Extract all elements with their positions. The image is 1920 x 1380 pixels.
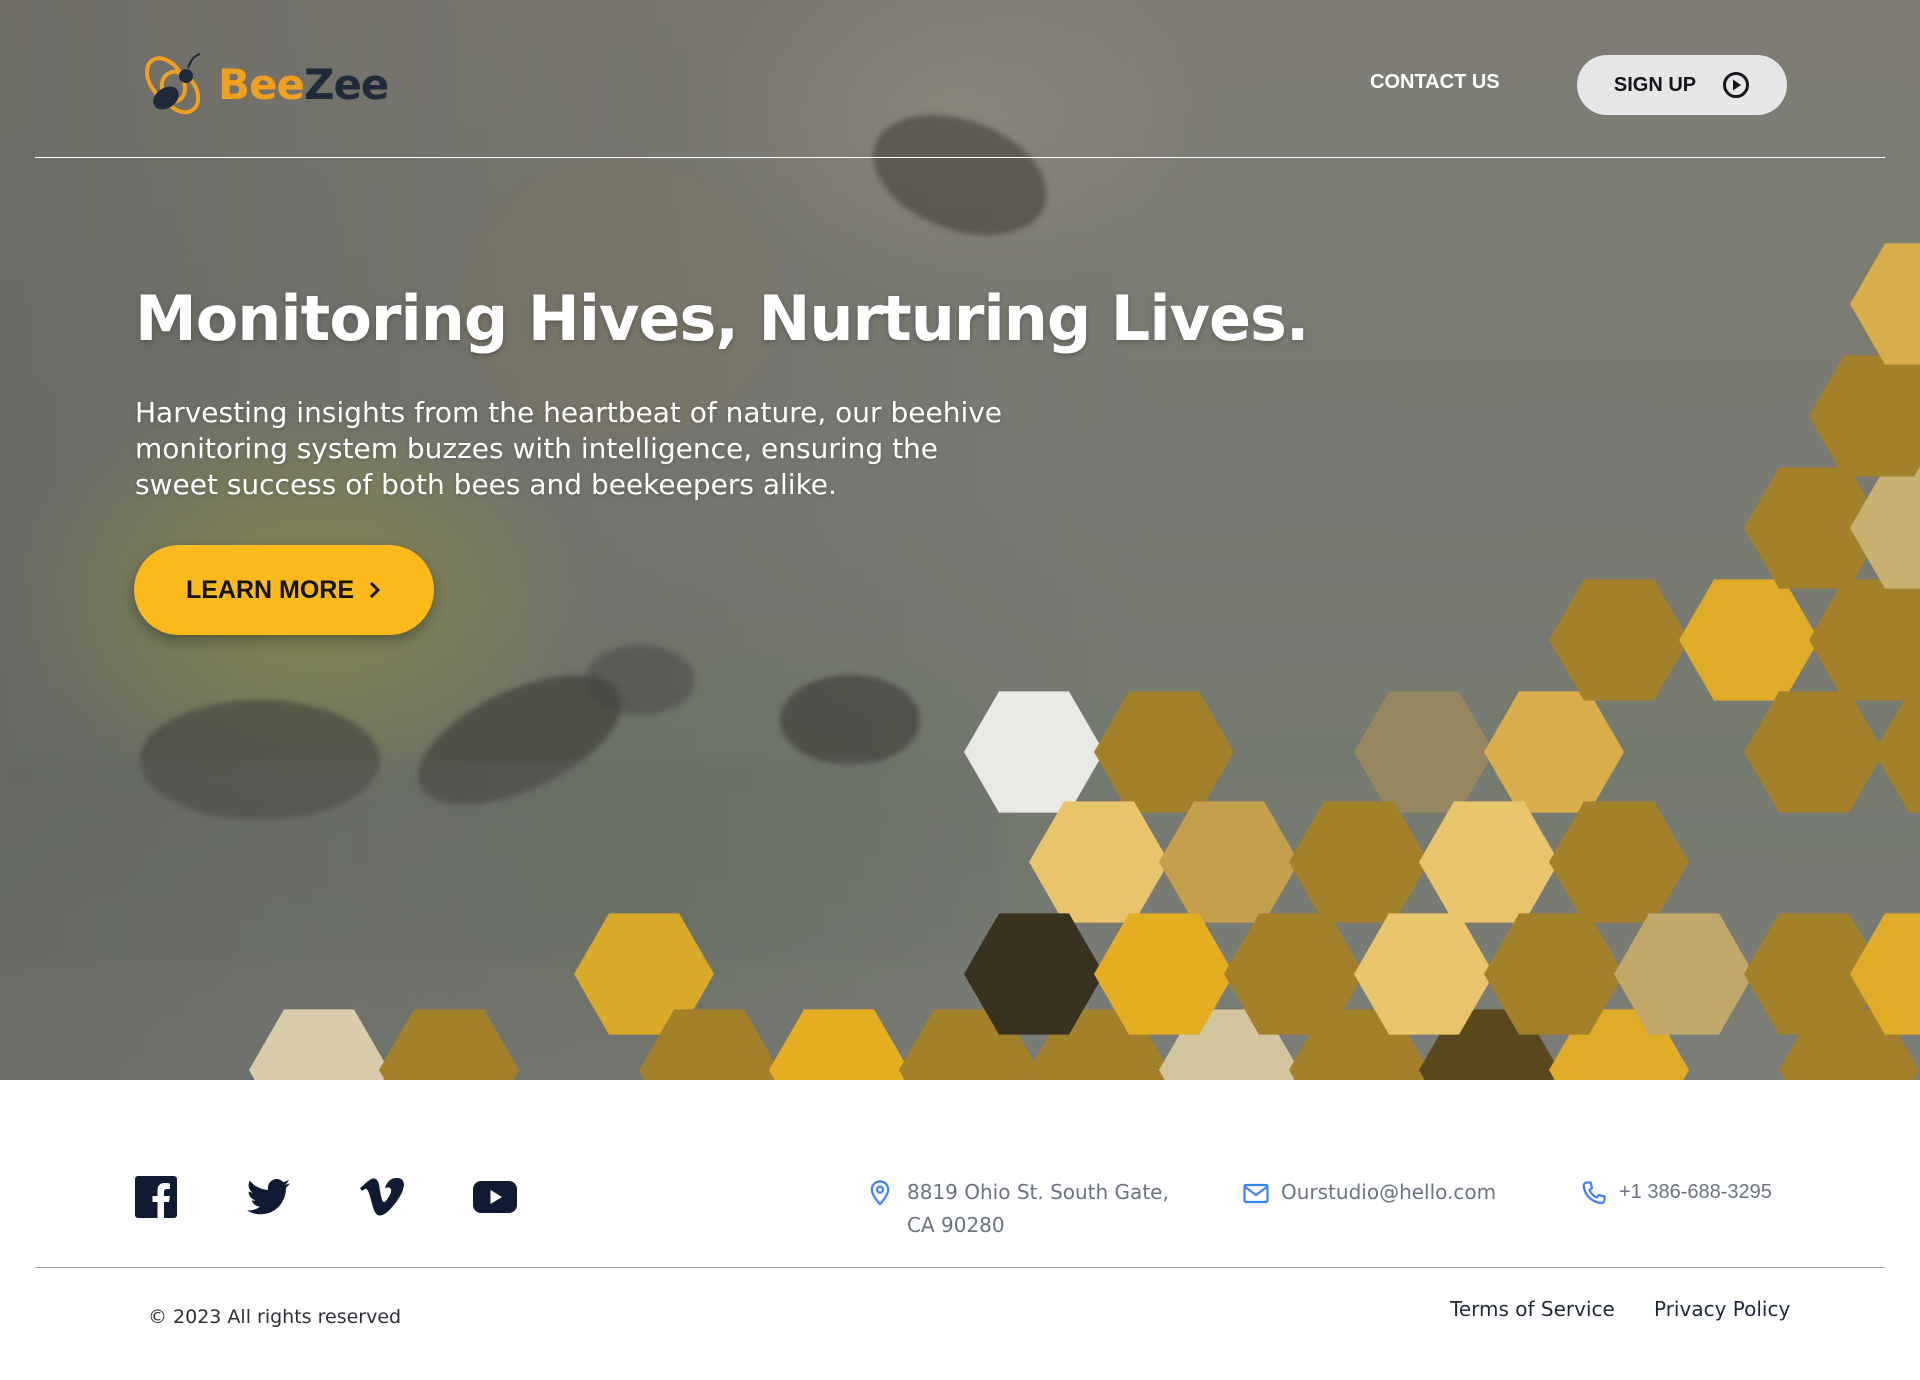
brand-name-part1: Bee <box>218 59 305 109</box>
honeycomb-cell <box>1679 579 1819 701</box>
honeycomb-cell <box>1159 801 1299 923</box>
social-links <box>134 1175 517 1219</box>
nav-divider <box>35 157 1885 158</box>
privacy-policy-link[interactable]: Privacy Policy <box>1654 1297 1790 1321</box>
honeycomb-cell <box>1484 691 1624 813</box>
play-circle-icon <box>1723 72 1750 98</box>
footer-divider <box>35 1267 1885 1268</box>
learn-more-label: LEARN MORE <box>185 575 355 604</box>
location-pin-icon <box>870 1180 890 1206</box>
honeycomb-cell <box>1289 801 1429 923</box>
learn-more-button[interactable]: LEARN MORE <box>134 545 434 635</box>
sign-up-label: SIGN UP <box>1613 73 1697 96</box>
hero-section: BeeZee CONTACT US SIGN UP Monitoring Hiv… <box>0 0 1920 1080</box>
email-block: Ourstudio@hello.com <box>1243 1176 1496 1209</box>
phone-link[interactable]: +1 386-688-3295 <box>1619 1181 1772 1203</box>
honeycomb-cell <box>1874 691 1920 813</box>
email-link[interactable]: Ourstudio@hello.com <box>1281 1180 1496 1204</box>
twitter-link[interactable] <box>247 1175 291 1219</box>
honeycomb-decoration <box>249 243 1920 1080</box>
footer-top: 8819 Ohio St. South Gate, CA 90280 Ourst… <box>0 1080 1920 1268</box>
honeycomb-cell <box>1744 691 1884 813</box>
honeycomb-cell <box>1850 467 1920 589</box>
contact-us-link[interactable]: CONTACT US <box>1370 71 1500 94</box>
terms-of-service-link[interactable]: Terms of Service <box>1450 1297 1615 1321</box>
top-navbar: BeeZee CONTACT US SIGN UP <box>0 0 1920 158</box>
brand-name-part2: Zee <box>303 59 389 109</box>
sign-up-button[interactable]: SIGN UP <box>1577 55 1787 115</box>
address-block: 8819 Ohio St. South Gate, CA 90280 <box>870 1176 1187 1242</box>
phone-icon <box>1582 1181 1606 1205</box>
youtube-icon <box>473 1181 517 1213</box>
address-text: 8819 Ohio St. South Gate, CA 90280 <box>907 1180 1169 1237</box>
honeycomb-cell <box>1419 801 1559 923</box>
honeycomb-cell <box>769 1009 909 1080</box>
vimeo-icon <box>360 1178 404 1216</box>
vimeo-link[interactable] <box>360 1175 404 1219</box>
phone-block: +1 386-688-3295 <box>1582 1176 1772 1209</box>
honeycomb-cell <box>379 1009 519 1080</box>
honeycomb-cell <box>1094 691 1234 813</box>
honeycomb-cell <box>249 1009 389 1080</box>
honeycomb-cell <box>1549 579 1689 701</box>
facebook-icon <box>135 1176 177 1218</box>
bee-logo-icon <box>144 53 201 115</box>
honeycomb-cell <box>1029 801 1169 923</box>
chevron-right-icon <box>369 581 381 599</box>
twitter-icon <box>247 1179 290 1215</box>
hero-subtitle: Harvesting insights from the heartbeat o… <box>135 396 1003 501</box>
hero-content: Monitoring Hives, Nurturing Lives. Harve… <box>135 282 1309 503</box>
facebook-link[interactable] <box>134 1175 178 1219</box>
hero-title: Monitoring Hives, Nurturing Lives. <box>135 282 1309 355</box>
mail-icon <box>1243 1183 1269 1204</box>
brand-name: BeeZee <box>218 59 389 109</box>
brand-logo[interactable]: BeeZee <box>136 46 389 122</box>
honeycomb-cell <box>1809 579 1920 701</box>
honeycomb-cell <box>1549 801 1689 923</box>
copyright-text: © 2023 All rights reserved <box>148 1306 402 1328</box>
honeycomb-cell <box>964 691 1104 813</box>
honeycomb-cell <box>1809 355 1920 477</box>
youtube-link[interactable] <box>473 1175 517 1219</box>
honeycomb-cell <box>1850 243 1920 365</box>
honeycomb-cell <box>1354 691 1494 813</box>
